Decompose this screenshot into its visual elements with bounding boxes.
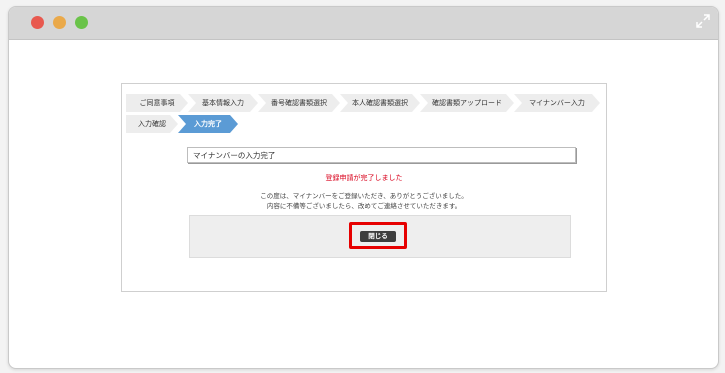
step-doc-upload: 確認書類アップロード <box>420 94 514 112</box>
thank-you-message: この度は、マイナンバーをご登録いただき、ありがとうございました。 内容に不備等ご… <box>122 191 606 211</box>
step-label: 確認書類アップロード <box>432 99 502 107</box>
step-identity-doc-select: 本人確認書類選択 <box>340 94 420 112</box>
message-line: この度は、マイナンバーをご登録いただき、ありがとうございました。 <box>260 192 468 200</box>
step-complete: 入力完了 <box>178 115 238 133</box>
close-button-highlight: 閉じる <box>349 222 407 249</box>
step-confirm: 入力確認 <box>126 115 178 133</box>
step-label: 入力完了 <box>194 120 222 128</box>
step-consent: ご同意事項 <box>126 94 188 112</box>
browser-window: ご同意事項 基本情報入力 番号確認書類選択 本人確認書類選択 確認書類アップロー… <box>8 6 719 369</box>
action-area: 閉じる <box>189 215 571 258</box>
window-minimize-button[interactable] <box>53 16 66 29</box>
window-titlebar <box>9 7 718 40</box>
close-button[interactable]: 閉じる <box>360 231 396 242</box>
step-label: ご同意事項 <box>139 99 175 107</box>
section-title: マイナンバーの入力完了 <box>187 147 576 163</box>
message-line: 内容に不備等ございましたら、改めてご連絡させていただきます。 <box>266 202 462 210</box>
step-number-doc-select: 番号確認書類選択 <box>258 94 340 112</box>
step-label: マイナンバー入力 <box>529 99 585 107</box>
step-label: 入力確認 <box>138 120 166 128</box>
step-my-number-input: マイナンバー入力 <box>514 94 600 112</box>
window-zoom-button[interactable] <box>75 16 88 29</box>
step-label: 基本情報入力 <box>202 99 244 107</box>
registration-panel: ご同意事項 基本情報入力 番号確認書類選択 本人確認書類選択 確認書類アップロー… <box>121 83 607 292</box>
step-label: 本人確認書類選択 <box>352 99 408 107</box>
status-message: 登録申請が完了しました <box>325 174 403 182</box>
step-basic-info: 基本情報入力 <box>188 94 258 112</box>
window-close-button[interactable] <box>31 16 44 29</box>
step-label: 番号確認書類選択 <box>271 99 327 107</box>
expand-icon[interactable] <box>696 14 710 28</box>
